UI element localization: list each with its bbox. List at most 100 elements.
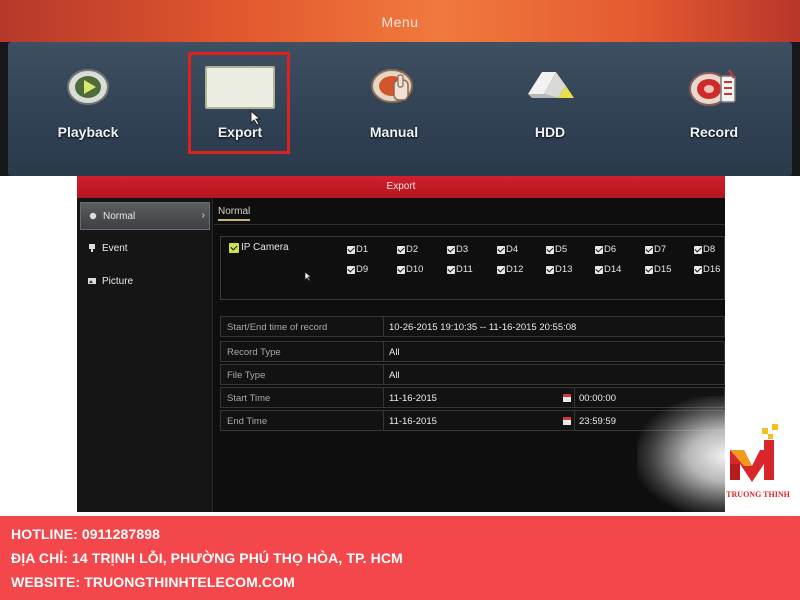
menu-item-export[interactable]: Export — [180, 42, 300, 176]
record-time-value: 10-26-2015 19:10:35 -- 11-16-2015 20:55:… — [389, 322, 577, 333]
sidebar-item-normal[interactable]: Normal › — [80, 202, 210, 230]
export-sidebar: Normal › Event Picture — [77, 198, 213, 512]
start-date-input[interactable]: 11-16-2015 — [389, 393, 437, 404]
calendar-icon[interactable] — [563, 417, 571, 425]
menu-item-manual[interactable]: Manual — [334, 42, 454, 176]
menu-item-label: Record — [689, 124, 739, 140]
checkbox-checked-icon — [347, 245, 355, 254]
field-label: Start/End time of record — [227, 322, 328, 333]
event-icon — [89, 244, 95, 252]
channel-label: D6 — [604, 244, 617, 255]
checkbox-checked-icon — [497, 245, 505, 254]
sidebar-item-label: Normal — [103, 211, 136, 222]
channel-checkbox-d13[interactable]: D13 — [546, 264, 572, 275]
channel-label: D3 — [456, 244, 469, 255]
website-text: WEBSITE: TRUONGTHINHTELECOM.COM — [11, 574, 295, 590]
brand-name: TRUONG THINH — [726, 490, 790, 499]
channel-checkbox-d5[interactable]: D5 — [546, 244, 567, 255]
channel-checkbox-d3[interactable]: D3 — [447, 244, 468, 255]
checkbox-checked-icon — [397, 245, 405, 254]
channel-label: D2 — [406, 244, 419, 255]
checkbox-checked-icon — [347, 265, 355, 274]
channel-checkbox-d10[interactable]: D10 — [397, 264, 423, 275]
channel-checkbox-d1[interactable]: D1 — [347, 244, 368, 255]
tab-divider — [214, 224, 725, 225]
manual-icon — [371, 69, 413, 103]
channel-checkbox-d14[interactable]: D14 — [595, 264, 621, 275]
channel-checkbox-d15[interactable]: D15 — [645, 264, 671, 275]
nvr-main-menu: Menu Playback Export Manual HDD Record — [0, 0, 800, 176]
end-time-input[interactable]: 23:59:59 — [579, 416, 616, 427]
checkbox-checked-icon — [397, 265, 405, 274]
address-text: ĐỊA CHỈ: 14 TRỊNH LỖI, PHƯỜNG PHÚ THỌ HÒ… — [11, 550, 403, 566]
channel-label: D16 — [703, 264, 721, 275]
record-icon — [689, 69, 736, 106]
end-date-input[interactable]: 11-16-2015 — [389, 416, 437, 427]
channel-checkbox-d12[interactable]: D12 — [497, 264, 523, 275]
divider — [574, 388, 575, 407]
divider — [383, 411, 384, 430]
field-label: Start Time — [227, 393, 271, 404]
checkbox-checked-icon — [694, 245, 702, 254]
calendar-icon[interactable] — [563, 394, 571, 402]
channel-label: D15 — [654, 264, 672, 275]
mouse-cursor-icon — [250, 110, 262, 126]
camera-selection-box: IP Camera D1 D2 D3 D4 D5 D6 D7 D8 D9 D10… — [220, 236, 725, 300]
start-time-input[interactable]: 00:00:00 — [579, 393, 616, 404]
checkbox-checked-icon — [546, 245, 554, 254]
channel-label: D9 — [356, 264, 369, 275]
menu-item-record[interactable]: Record — [654, 42, 774, 176]
channel-checkbox-d11[interactable]: D11 — [447, 264, 473, 275]
channel-checkbox-d8[interactable]: D8 — [694, 244, 715, 255]
menu-item-hdd[interactable]: HDD — [490, 42, 610, 176]
channel-checkbox-d6[interactable]: D6 — [595, 244, 616, 255]
channel-label: D8 — [703, 244, 716, 255]
checkbox-checked-icon — [497, 265, 505, 274]
channel-label: D10 — [406, 264, 424, 275]
contact-footer: HOTLINE: 0911287898 ĐỊA CHỈ: 14 TRỊNH LỖ… — [0, 516, 800, 600]
channel-label: D12 — [506, 264, 524, 275]
sidebar-item-event[interactable]: Event — [80, 235, 210, 263]
ip-camera-label: IP Camera — [241, 242, 289, 253]
field-label: Record Type — [227, 347, 281, 358]
hdd-icon — [528, 72, 574, 98]
hotline-text: HOTLINE: 0911287898 — [11, 526, 160, 542]
channel-label: D11 — [456, 264, 473, 275]
channel-label: D13 — [555, 264, 573, 275]
field-label: End Time — [227, 416, 268, 427]
sidebar-item-picture[interactable]: Picture — [80, 268, 210, 296]
channel-checkbox-d4[interactable]: D4 — [497, 244, 518, 255]
field-label: File Type — [227, 370, 266, 381]
checkbox-checked-icon — [645, 245, 653, 254]
mouse-cursor-icon — [304, 271, 312, 282]
tab-normal[interactable]: Normal — [218, 206, 251, 221]
channel-checkbox-d9[interactable]: D9 — [347, 264, 368, 275]
export-title: Export — [386, 181, 416, 192]
checkbox-checked-icon — [447, 265, 455, 274]
divider — [383, 317, 384, 336]
ip-camera-checkbox[interactable]: IP Camera — [229, 242, 289, 253]
menu-item-label: Playback — [57, 124, 119, 140]
record-type-select[interactable]: All — [389, 347, 400, 358]
menu-item-label: Export — [217, 124, 263, 140]
channel-checkbox-d7[interactable]: D7 — [645, 244, 666, 255]
menu-item-label: HDD — [534, 124, 566, 140]
normal-icon — [89, 212, 97, 220]
channel-label: D1 — [356, 244, 369, 255]
export-window: Export Normal › Event Picture Normal IP … — [77, 176, 725, 512]
checkbox-checked-icon — [546, 265, 554, 274]
checkbox-checked-icon — [229, 242, 239, 253]
channel-label: D4 — [506, 244, 519, 255]
menu-item-playback[interactable]: Playback — [28, 42, 148, 176]
divider — [383, 365, 384, 384]
channel-checkbox-d16[interactable]: D16 — [694, 264, 720, 275]
channel-checkbox-d2[interactable]: D2 — [397, 244, 418, 255]
checkbox-checked-icon — [447, 245, 455, 254]
sidebar-item-label: Picture — [102, 276, 134, 287]
file-type-row[interactable]: File Type All — [220, 364, 725, 385]
divider — [574, 411, 575, 430]
file-type-select[interactable]: All — [389, 370, 400, 381]
picture-icon — [88, 278, 96, 284]
record-type-row[interactable]: Record Type All — [220, 341, 725, 362]
checkbox-checked-icon — [694, 265, 702, 274]
